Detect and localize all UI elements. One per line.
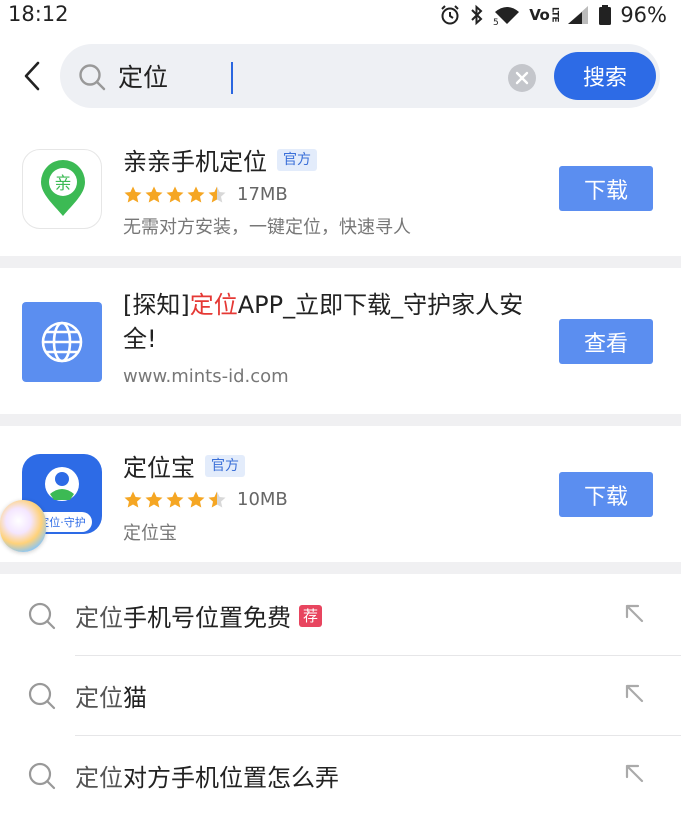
star-icon — [208, 186, 226, 202]
search-header: 搜索 — [0, 40, 681, 112]
svg-text:5: 5 — [493, 18, 499, 26]
star-rating — [123, 490, 227, 510]
search-button[interactable]: 搜索 — [554, 52, 656, 100]
suggestion-text: 定位猫 — [75, 678, 147, 713]
app-description: 无需对方安装，一键定位，快速寻人 — [123, 217, 411, 238]
close-icon — [515, 71, 529, 85]
fill-query-arrow-icon[interactable] — [622, 761, 646, 785]
search-icon — [28, 602, 56, 630]
volte-indicator: Vo LTE — [529, 4, 560, 26]
fill-query-arrow-icon[interactable] — [622, 601, 646, 625]
view-button[interactable]: 查看 — [559, 319, 653, 364]
app-size: 10MB — [237, 489, 288, 510]
floating-assistant-button[interactable] — [0, 500, 46, 552]
star-icon — [166, 186, 184, 202]
result-card-app[interactable]: 定位·守护 定位宝 官方 10MB 定位宝 下载 — [0, 426, 681, 562]
result-card-ad[interactable]: [探知]定位APP_立即下载_守护家人安全! www.mints-id.com … — [0, 268, 681, 414]
fill-query-arrow-icon[interactable] — [622, 681, 646, 705]
divider — [0, 414, 681, 426]
app-size: 17MB — [237, 184, 288, 205]
status-icons: 5 Vo LTE 96% — [439, 3, 667, 27]
download-button[interactable]: 下载 — [559, 472, 653, 517]
battery-percentage: 96% — [620, 3, 667, 27]
star-icon — [124, 491, 142, 507]
rating-row: 17MB — [123, 184, 288, 205]
star-icon — [187, 491, 205, 507]
suggestion-rest: 手机号位置免费 — [123, 604, 291, 632]
lte-label: LTE — [549, 7, 560, 23]
signal-icon — [566, 4, 590, 26]
app-title: 定位宝 官方 — [123, 448, 245, 483]
suggestion-rest: 猫 — [123, 684, 147, 712]
status-bar: 18:12 5 Vo LTE 96% — [0, 0, 681, 30]
search-input[interactable] — [118, 56, 538, 96]
ad-title-highlight: 定位 — [189, 291, 238, 319]
battery-icon — [598, 4, 612, 26]
svg-text:亲: 亲 — [55, 174, 72, 194]
clear-search-button[interactable] — [508, 64, 536, 92]
recommended-tag: 荐 — [299, 604, 323, 627]
text-caret — [231, 62, 233, 94]
suggestion-text: 定位对方手机位置怎么弄 — [75, 758, 339, 793]
star-icon — [187, 186, 205, 202]
bluetooth-icon — [469, 4, 485, 26]
official-badge: 官方 — [205, 454, 245, 477]
search-icon — [28, 682, 56, 710]
globe-icon — [22, 302, 102, 382]
suggestion-rest: 对方手机位置怎么弄 — [123, 764, 339, 792]
back-arrow-icon — [24, 61, 40, 91]
app-name: 定位宝 — [123, 454, 195, 482]
suggestion-item[interactable]: 定位猫 — [0, 656, 681, 736]
wifi-icon: 5 — [493, 4, 521, 26]
search-icon — [28, 762, 56, 790]
star-rating — [123, 185, 227, 205]
rating-row: 10MB — [123, 489, 288, 510]
suggestion-item[interactable]: 定位对方手机位置怎么弄 — [0, 736, 681, 816]
suggestion-text: 定位手机号位置免费 荐 — [75, 598, 323, 633]
result-card-app[interactable]: 亲 亲亲手机定位 官方 17MB 无需对方安装，一键定位，快速寻人 下载 — [0, 126, 681, 256]
search-box[interactable]: 搜索 — [60, 44, 660, 108]
ad-title: [探知]定位APP_立即下载_守护家人安全! — [123, 288, 543, 356]
alarm-icon — [439, 4, 461, 26]
qinqin-location-app-icon: 亲 — [22, 149, 102, 229]
divider — [0, 256, 681, 268]
star-icon — [124, 186, 142, 202]
star-icon — [166, 491, 184, 507]
search-icon — [79, 64, 106, 91]
star-icon — [145, 491, 163, 507]
volte-label: Vo — [529, 6, 550, 24]
suggestion-match: 定位 — [75, 764, 123, 792]
suggestion-item[interactable]: 定位手机号位置免费 荐 — [0, 576, 681, 656]
star-icon — [145, 186, 163, 202]
suggestion-match: 定位 — [75, 684, 123, 712]
app-description: 定位宝 — [123, 523, 177, 544]
status-time: 18:12 — [8, 2, 69, 26]
ad-url: www.mints-id.com — [123, 366, 289, 387]
ad-title-prefix: [探知] — [123, 291, 190, 319]
back-button[interactable] — [16, 56, 48, 96]
suggestion-match: 定位 — [75, 604, 123, 632]
app-name: 亲亲手机定位 — [123, 148, 267, 176]
official-badge: 官方 — [277, 148, 317, 171]
star-icon — [208, 491, 226, 507]
download-button[interactable]: 下载 — [559, 166, 653, 211]
divider — [0, 562, 681, 574]
app-title: 亲亲手机定位 官方 — [123, 142, 317, 177]
